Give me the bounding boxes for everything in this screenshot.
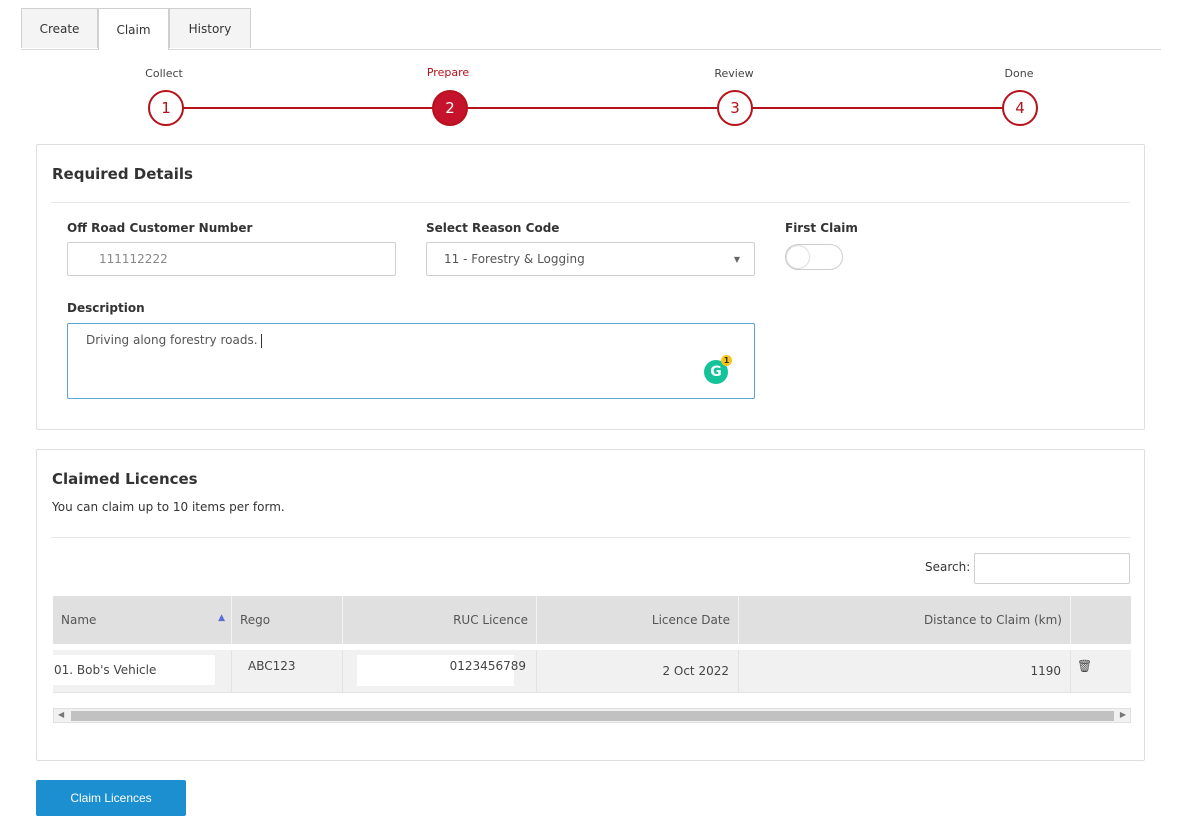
- tab-bar: Create Claim History: [21, 8, 1161, 50]
- column-header-label: Rego: [240, 613, 271, 627]
- column-header-label: Distance to Claim (km): [923, 613, 1062, 627]
- claim-limit-note: You can claim up to 10 items per form.: [52, 500, 285, 514]
- cell-licence-date-value: 2 Oct 2022: [662, 664, 729, 678]
- grammarly-letter: G: [710, 364, 722, 380]
- grammarly-icon[interactable]: G 1: [704, 355, 732, 384]
- reason-code-label: Select Reason Code: [426, 221, 560, 235]
- step-label-prepare: Prepare: [426, 66, 470, 79]
- reason-code-select[interactable]: 11 - Forestry & Logging ▼: [426, 242, 755, 276]
- column-header-ruc-licence[interactable]: RUC Licence: [343, 596, 537, 644]
- description-textarea[interactable]: Driving along forestry roads. G 1: [67, 323, 755, 399]
- table-row: 01. Bob's Vehicle ABC123 0123456789 2 Oc…: [53, 650, 1131, 693]
- divider: [51, 537, 1130, 538]
- first-claim-label: First Claim: [785, 221, 858, 235]
- trash-icon[interactable]: 🗑: [1077, 659, 1092, 673]
- step-label-collect: Collect: [145, 67, 183, 80]
- tab-claim[interactable]: Claim: [98, 8, 169, 50]
- first-claim-toggle[interactable]: [785, 244, 843, 270]
- column-header-label: Name: [61, 613, 97, 627]
- step-circle-4: 4: [1002, 90, 1038, 126]
- column-header-label: Licence Date: [651, 613, 730, 627]
- horizontal-scrollbar[interactable]: ◀ ▶: [53, 708, 1131, 723]
- cell-ruc-licence-value: 0123456789: [449, 659, 526, 673]
- divider: [51, 202, 1130, 203]
- chevron-down-icon: ▼: [733, 255, 740, 264]
- cell-distance: 1190: [739, 650, 1071, 692]
- column-header-distance[interactable]: Distance to Claim (km): [739, 596, 1071, 644]
- table-header: Name ▲ Rego RUC Licence Licence Date Dis…: [53, 596, 1131, 644]
- toggle-knob: [787, 246, 809, 268]
- cell-licence-date: 2 Oct 2022: [537, 650, 739, 692]
- column-header-label: RUC Licence: [453, 613, 528, 627]
- tab-create[interactable]: Create: [21, 8, 98, 48]
- step-circle-2: 2: [432, 90, 468, 126]
- reason-code-value: 11 - Forestry & Logging: [444, 252, 585, 266]
- claim-licences-button[interactable]: Claim Licences: [36, 780, 186, 816]
- cell-rego-value: ABC123: [248, 659, 296, 673]
- customer-number-value: 111112222: [99, 252, 168, 266]
- cell-name: 01. Bob's Vehicle: [53, 650, 232, 692]
- search-label: Search:: [925, 560, 971, 574]
- scroll-left-icon[interactable]: ◀: [58, 710, 64, 719]
- sort-asc-icon: ▲: [218, 613, 225, 623]
- search-input[interactable]: [974, 553, 1130, 584]
- description-value: Driving along forestry roads.: [86, 333, 258, 347]
- grammarly-badge: 1: [721, 355, 732, 366]
- cell-distance-value: 1190: [1030, 664, 1061, 678]
- description-label: Description: [67, 301, 145, 315]
- scroll-right-icon[interactable]: ▶: [1120, 710, 1126, 719]
- cell-name-value: 01. Bob's Vehicle: [54, 663, 157, 677]
- column-header-name[interactable]: Name ▲: [53, 596, 232, 644]
- text-cursor: [260, 333, 262, 348]
- step-circle-1: 1: [148, 90, 184, 126]
- panel-title: Required Details: [52, 165, 193, 183]
- cell-actions: 🗑: [1071, 650, 1131, 692]
- scroll-thumb[interactable]: [71, 711, 1114, 721]
- step-label-review: Review: [714, 67, 754, 80]
- panel-title: Claimed Licences: [52, 470, 198, 488]
- column-header-rego[interactable]: Rego: [232, 596, 343, 644]
- column-header-actions: [1071, 596, 1131, 644]
- customer-number-label: Off Road Customer Number: [67, 221, 253, 235]
- required-details-panel: Required Details Off Road Customer Numbe…: [36, 144, 1145, 430]
- progress-stepper: Collect Prepare Review Done 1 2 3 4: [0, 60, 1185, 130]
- step-connector: [449, 107, 734, 109]
- step-connector: [734, 107, 1019, 109]
- claimed-licences-panel: Claimed Licences You can claim up to 10 …: [36, 449, 1145, 761]
- step-connector: [165, 107, 449, 109]
- step-label-done: Done: [1004, 67, 1034, 80]
- cell-rego: ABC123: [232, 650, 343, 692]
- cell-ruc-licence: 0123456789: [343, 650, 537, 692]
- step-circle-3: 3: [717, 90, 753, 126]
- column-header-licence-date[interactable]: Licence Date: [537, 596, 739, 644]
- customer-number-input[interactable]: 111112222: [67, 242, 396, 276]
- tab-history[interactable]: History: [169, 8, 251, 48]
